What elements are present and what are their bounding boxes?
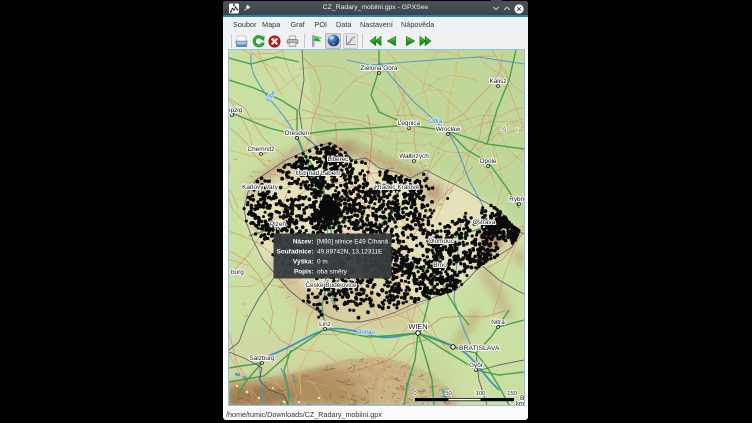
- svg-text:Wrocław: Wrocław: [435, 126, 460, 133]
- svg-text:Leipzig: Leipzig: [229, 107, 243, 114]
- svg-text:Opole: Opole: [479, 158, 496, 165]
- svg-text:Zielona Góra: Zielona Góra: [360, 65, 397, 72]
- svg-text:Souřadnice:: Souřadnice:: [276, 249, 313, 256]
- svg-text:Název:: Název:: [292, 239, 313, 246]
- svg-text:WIEN: WIEN: [408, 322, 427, 331]
- svg-text:km: km: [516, 401, 524, 406]
- svg-text:Kalisz: Kalisz: [489, 78, 506, 85]
- svg-text:Popis:: Popis:: [293, 269, 313, 276]
- svg-text:Legnica: Legnica: [397, 120, 420, 127]
- svg-text:[M90] silnice E49 Číhaná: [M90] silnice E49 Číhaná: [317, 237, 388, 246]
- svg-text:Ostrava: Ostrava: [472, 219, 495, 226]
- svg-text:Donau: Donau: [357, 330, 375, 336]
- svg-text:Karlovy Vary: Karlovy Vary: [242, 184, 279, 191]
- svg-text:Hradec Králové: Hradec Králové: [374, 184, 418, 191]
- svg-text:Ústí nad Labem: Ústí nad Labem: [295, 168, 340, 177]
- svg-text:Odra: Odra: [429, 119, 443, 125]
- svg-text:BRATISLAVA: BRATISLAVA: [459, 345, 500, 352]
- svg-text:Wałbrzych: Wałbrzych: [399, 153, 429, 160]
- svg-text:Výška:: Výška:: [292, 259, 313, 266]
- svg-text:0 m: 0 m: [317, 259, 328, 266]
- svg-text:Dresden: Dresden: [284, 130, 309, 137]
- svg-text:Linz: Linz: [319, 321, 331, 328]
- svg-text:150: 150: [507, 391, 518, 397]
- svg-text:Chemnitz: Chemnitz: [247, 146, 274, 153]
- svg-text:oba směry: oba směry: [317, 269, 348, 276]
- svg-text:Győr: Győr: [469, 362, 484, 369]
- svg-text:burg: burg: [231, 269, 244, 276]
- svg-text:Rybnik: Rybnik: [509, 196, 524, 203]
- svg-text:49.89742N, 13.12311E: 49.89742N, 13.12311E: [317, 249, 382, 256]
- svg-text:Brno: Brno: [433, 262, 447, 269]
- svg-text:50: 50: [445, 391, 452, 397]
- svg-text:Salzburg: Salzburg: [249, 355, 275, 362]
- svg-text:Liberec: Liberec: [327, 156, 349, 163]
- svg-text:Nitra: Nitra: [491, 319, 505, 326]
- svg-text:České Budějovice: České Budějovice: [305, 280, 357, 289]
- svg-text:100: 100: [475, 391, 486, 397]
- svg-text:Ś r o: Ś r o: [502, 125, 524, 134]
- svg-text:Plzeň: Plzeň: [270, 221, 286, 228]
- svg-text:Olomouc: Olomouc: [428, 238, 454, 245]
